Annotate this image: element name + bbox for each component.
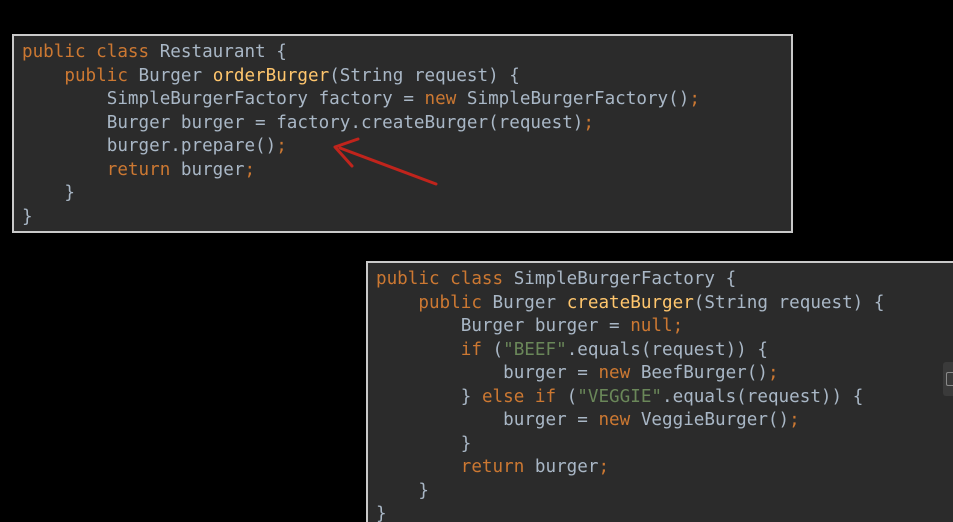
simple-burger-factory-code: public class SimpleBurgerFactory { publi… xyxy=(376,268,884,522)
code-token: new xyxy=(598,363,631,383)
code-token: else if xyxy=(481,386,557,407)
code-line: return burger; xyxy=(376,456,884,480)
code-line: if ("BEEF".equals(request)) { xyxy=(376,339,884,363)
code-token: public xyxy=(22,42,86,62)
code-token: public xyxy=(418,292,482,313)
code-token: null xyxy=(630,316,673,336)
code-token: Burger burger = xyxy=(376,316,631,336)
side-panel-toggle-icon[interactable] xyxy=(943,362,953,396)
code-line: } xyxy=(376,433,884,457)
code-token: burger = xyxy=(376,363,599,383)
code-token: burger.prepare() xyxy=(22,136,277,156)
code-token: } xyxy=(376,480,429,501)
restaurant-code: public class Restaurant { public Burger … xyxy=(22,41,700,229)
code-token: ; xyxy=(276,136,287,156)
code-line: } xyxy=(22,206,700,230)
code-token: } xyxy=(22,206,33,227)
code-token: ; xyxy=(598,457,610,477)
code-token: } xyxy=(376,433,472,454)
code-token: class xyxy=(450,269,504,289)
code-line: return burger; xyxy=(22,159,700,183)
code-line: public Burger createBurger(String reques… xyxy=(376,292,884,316)
code-token: ; xyxy=(689,89,700,109)
screen: public class Restaurant { public Burger … xyxy=(0,0,953,522)
code-token: Restaurant { xyxy=(149,42,287,62)
restaurant-code-panel: public class Restaurant { public Burger … xyxy=(12,34,793,233)
simple-burger-factory-code-panel: public class SimpleBurgerFactory { publi… xyxy=(366,261,953,522)
code-token: } xyxy=(376,386,482,407)
code-token: ; xyxy=(789,410,800,430)
code-token: return xyxy=(460,457,525,477)
code-line: } xyxy=(22,182,700,206)
code-token: burger xyxy=(524,457,599,477)
code-token: ; xyxy=(244,159,256,180)
code-token: public xyxy=(64,65,128,86)
code-token: (String request) { xyxy=(329,65,520,86)
code-token: .equals(request)) { xyxy=(662,386,864,407)
code-token: (String request) { xyxy=(693,292,885,313)
code-line: burger = new BeefBurger(); xyxy=(376,362,884,386)
code-token: "BEEF" xyxy=(503,339,567,360)
code-token: } xyxy=(22,183,75,203)
code-token: "VEGGIE" xyxy=(577,386,663,407)
code-token: SimpleBurgerFactory() xyxy=(456,89,690,109)
code-token: .equals(request)) { xyxy=(566,339,768,360)
code-line: Burger burger = factory.createBurger(req… xyxy=(22,112,700,136)
code-token: burger = xyxy=(376,410,599,430)
code-token: public xyxy=(376,269,440,289)
code-line: public class Restaurant { xyxy=(22,41,700,65)
code-line: public Burger orderBurger(String request… xyxy=(22,65,700,89)
code-line: burger = new VeggieBurger(); xyxy=(376,409,884,433)
code-token: SimpleBurgerFactory { xyxy=(503,269,737,289)
code-token: BeefBurger() xyxy=(630,363,768,383)
code-token: Burger xyxy=(127,65,213,86)
code-line: burger.prepare(); xyxy=(22,135,700,159)
code-line: } xyxy=(376,503,884,522)
code-token: } xyxy=(376,504,387,522)
code-line: } else if ("VEGGIE".equals(request)) { xyxy=(376,386,884,410)
code-token: ( xyxy=(556,386,578,407)
code-token: SimpleBurgerFactory factory = xyxy=(22,89,425,109)
code-token: createBurger xyxy=(566,292,694,313)
code-token: class xyxy=(96,42,150,62)
code-token: return xyxy=(106,159,171,180)
code-line: public class SimpleBurgerFactory { xyxy=(376,268,884,292)
code-token: VeggieBurger() xyxy=(630,410,790,430)
code-line: } xyxy=(376,480,884,504)
code-token: ; xyxy=(672,316,684,336)
code-token: Burger xyxy=(481,292,567,313)
code-token: new xyxy=(424,89,457,109)
code-line: Burger burger = null; xyxy=(376,315,884,339)
code-token: burger xyxy=(170,159,245,180)
code-token: ( xyxy=(481,339,504,360)
code-token: if xyxy=(460,339,482,360)
code-line: SimpleBurgerFactory factory = new Simple… xyxy=(22,88,700,112)
code-token: Burger burger = factory.createBurger(req… xyxy=(22,112,584,133)
code-token: orderBurger xyxy=(212,65,330,86)
code-token: ; xyxy=(583,112,594,133)
code-token: new xyxy=(598,410,631,430)
code-token: ; xyxy=(767,363,779,383)
